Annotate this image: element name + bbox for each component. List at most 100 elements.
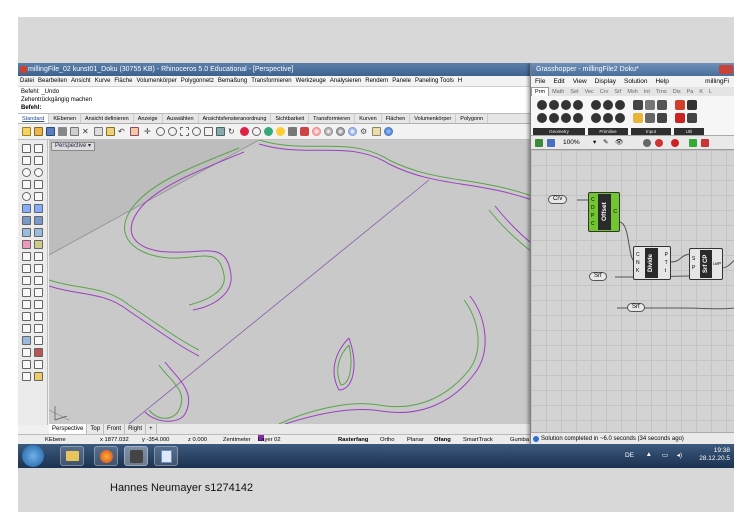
- rotate-view-icon[interactable]: ↻: [228, 127, 237, 136]
- paste-icon[interactable]: [94, 127, 103, 136]
- fillet-tool-icon[interactable]: [34, 240, 43, 249]
- mirror-tool-icon[interactable]: [34, 324, 43, 333]
- tab-intersect[interactable]: Int: [641, 88, 653, 96]
- environment-icon[interactable]: [348, 127, 357, 136]
- menu-item[interactable]: Paneling Tools: [413, 78, 456, 84]
- tab-pa[interactable]: Pa: [684, 88, 697, 96]
- hand-pan-icon[interactable]: [130, 127, 139, 136]
- tab-right[interactable]: Right: [125, 424, 147, 434]
- toggle-rasterfang[interactable]: Rasterfang: [338, 435, 368, 444]
- save-document-icon[interactable]: [535, 139, 543, 147]
- box-tool-icon[interactable]: [22, 216, 31, 225]
- button-icon[interactable]: [657, 113, 667, 123]
- tab-flaechen[interactable]: Flächen: [382, 114, 411, 123]
- srf-param-node-2[interactable]: Srf: [627, 303, 645, 312]
- menu-item[interactable]: Volumenkörper: [134, 78, 178, 84]
- add-viewport-tab[interactable]: +: [146, 424, 157, 434]
- grasshopper-canvas[interactable]: Crv CDPC Offset C CNK Divide PTt SP Srf …: [531, 150, 734, 432]
- jump-icon[interactable]: [675, 113, 685, 123]
- check-tool-icon[interactable]: [34, 360, 43, 369]
- clipboard-icon[interactable]: [106, 127, 115, 136]
- join-tool-icon[interactable]: [22, 264, 31, 273]
- zoom-selected-icon[interactable]: [192, 127, 201, 136]
- cluster-icon[interactable]: [687, 113, 697, 123]
- mesh-param-icon[interactable]: [573, 113, 583, 123]
- zoom-window-icon[interactable]: [168, 127, 177, 136]
- undo-view-icon[interactable]: [204, 127, 213, 136]
- text-param-icon[interactable]: [591, 113, 601, 123]
- show-hidden-icons-icon[interactable]: ▲: [646, 451, 652, 458]
- menu-item[interactable]: Fläche: [112, 78, 134, 84]
- tab-kurven[interactable]: Kurven: [355, 114, 382, 123]
- number-param-icon[interactable]: [615, 100, 625, 110]
- explode-tool-icon[interactable]: [34, 264, 43, 273]
- brep-param-icon[interactable]: [561, 113, 571, 123]
- gh-menu-item[interactable]: View: [569, 78, 591, 85]
- move-icon[interactable]: ✛: [144, 127, 153, 136]
- save-icon[interactable]: [46, 127, 55, 136]
- toggle-icon[interactable]: [657, 100, 667, 110]
- menu-item[interactable]: Transformieren: [249, 78, 293, 84]
- light-tool-icon[interactable]: [34, 372, 43, 381]
- tab-volumenkoerper[interactable]: Volumenkörper: [410, 114, 457, 123]
- point-cloud-icon[interactable]: [34, 144, 43, 153]
- tab-top[interactable]: Top: [87, 424, 105, 434]
- perspective-viewport[interactable]: Perspective ▾: [49, 140, 543, 424]
- shaded-preview-icon[interactable]: [671, 139, 679, 147]
- menu-item[interactable]: Analysieren: [328, 78, 363, 84]
- menu-item[interactable]: Werkzeuge: [294, 78, 328, 84]
- category-input[interactable]: Input: [631, 128, 671, 135]
- tab-front[interactable]: Front: [104, 424, 126, 434]
- circle-tool-icon[interactable]: [22, 168, 31, 177]
- gh-menu-item[interactable]: Edit: [549, 78, 568, 85]
- firefox-taskbar-icon[interactable]: [94, 446, 118, 466]
- network-icon[interactable]: ▭: [662, 451, 668, 459]
- rhino-taskbar-icon[interactable]: [124, 446, 148, 466]
- project-tool-icon[interactable]: [34, 336, 43, 345]
- grid-tool-icon[interactable]: [22, 348, 31, 357]
- menu-item[interactable]: Rendern: [363, 78, 390, 84]
- tab-l[interactable]: L: [706, 88, 715, 96]
- tab-params[interactable]: Prm: [531, 87, 550, 96]
- divide-input-k[interactable]: K: [636, 267, 640, 275]
- select-arrow-icon[interactable]: [22, 144, 31, 153]
- tab-sets[interactable]: Set: [567, 88, 581, 96]
- tab-surface[interactable]: Srf: [611, 88, 624, 96]
- cut-icon[interactable]: ✕: [82, 127, 91, 136]
- menu-item[interactable]: Ansicht: [69, 78, 93, 84]
- divide-component[interactable]: CNK Divide PTt: [633, 246, 671, 280]
- extrude-tool-icon[interactable]: [34, 228, 43, 237]
- gradient-icon[interactable]: [633, 113, 643, 123]
- offset-input-c[interactable]: C: [591, 196, 595, 204]
- srfcp-output-uvp[interactable]: uvP: [713, 261, 721, 266]
- command-prompt[interactable]: Befehl:: [21, 104, 545, 112]
- tab-anzeige[interactable]: Anzeige: [134, 114, 163, 123]
- trim-tool-icon[interactable]: [22, 252, 31, 261]
- layer-tool-icon[interactable]: [34, 348, 43, 357]
- tab-math[interactable]: Math: [549, 88, 567, 96]
- offset-tool-icon[interactable]: [22, 276, 31, 285]
- gh-menu-item[interactable]: Solution: [620, 78, 652, 85]
- chamfer-tool-icon[interactable]: [34, 276, 43, 285]
- offset-output-c[interactable]: C: [613, 209, 617, 215]
- language-indicator[interactable]: DE: [625, 452, 634, 459]
- tab-auswaehlen[interactable]: Auswählen: [163, 114, 199, 123]
- surface-param-icon[interactable]: [549, 113, 559, 123]
- menu-item[interactable]: Bemaßung: [216, 78, 249, 84]
- zoom-level[interactable]: 100%: [563, 136, 580, 150]
- category-geometry[interactable]: Geometry: [533, 128, 585, 135]
- value-list-icon[interactable]: [645, 113, 655, 123]
- zoom-extents-icon[interactable]: [180, 127, 189, 136]
- polyline-icon[interactable]: [22, 156, 31, 165]
- preview-selected-icon[interactable]: [701, 139, 709, 147]
- rectangle-tool-icon[interactable]: [34, 180, 43, 189]
- tab-display[interactable]: Dis: [670, 88, 684, 96]
- analyze-tool-icon[interactable]: [22, 336, 31, 345]
- toggle-gumball[interactable]: Gumba: [510, 435, 529, 444]
- object-snap-icon[interactable]: [240, 127, 249, 136]
- loft-tool-icon[interactable]: [34, 204, 43, 213]
- gh-menu-item[interactable]: File: [531, 78, 549, 85]
- divide-input-c[interactable]: C: [636, 251, 640, 259]
- data-dam-icon[interactable]: [687, 100, 697, 110]
- tab-polygonnetz[interactable]: Polygonn: [456, 114, 489, 123]
